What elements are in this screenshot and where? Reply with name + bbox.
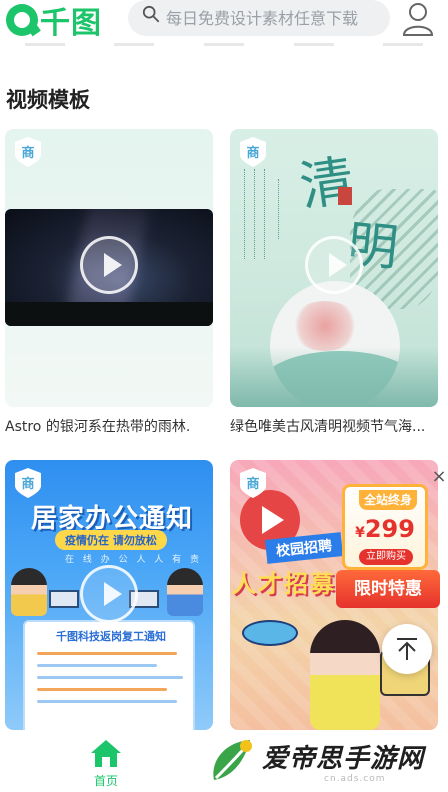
search-input[interactable] xyxy=(166,7,382,29)
play-icon[interactable] xyxy=(305,236,363,294)
play-icon[interactable] xyxy=(80,236,138,294)
watermark-text: 爱帝思手游网 xyxy=(262,744,425,774)
logo-text: 千图 xyxy=(40,6,102,41)
art-pill: 疫情仍在 请勿放松 xyxy=(55,530,167,550)
home-icon xyxy=(91,740,121,767)
art-title: 清 xyxy=(295,148,359,219)
svg-text:商: 商 xyxy=(246,476,259,492)
ufo-illustration xyxy=(242,620,298,646)
back-to-top-button[interactable] xyxy=(382,624,432,674)
nav-item-home[interactable]: 首页 xyxy=(76,738,136,790)
seal-icon xyxy=(338,187,352,205)
card-thumbnail[interactable]: 商 xyxy=(5,129,213,407)
commercial-badge: 商 xyxy=(240,468,266,498)
card-thumbnail[interactable]: 商 清 明 xyxy=(230,129,438,407)
buy-now-button[interactable]: 立即购买 xyxy=(359,549,413,565)
close-icon[interactable]: × xyxy=(430,466,448,488)
promo-price: ¥299 xyxy=(355,515,415,543)
video-template-card[interactable]: 商 xyxy=(5,129,213,407)
commercial-badge: 商 xyxy=(15,137,41,167)
promo-card: 全站终身 ¥299 立即购买 xyxy=(342,484,428,570)
svg-text:商: 商 xyxy=(246,145,259,161)
search-bar[interactable] xyxy=(128,0,390,36)
character-illustration xyxy=(310,620,380,730)
header: 千图 xyxy=(0,0,448,46)
category-strip xyxy=(0,43,448,46)
notice-heading: 千图科技返岗复工通知 xyxy=(56,630,166,643)
nav-home-label: 首页 xyxy=(93,774,118,788)
promo-headline: 全站终身 xyxy=(359,490,417,510)
svg-text:商: 商 xyxy=(21,476,34,492)
commercial-badge: 商 xyxy=(15,468,41,498)
commercial-badge: 商 xyxy=(240,137,266,167)
card-thumbnail[interactable]: 商 居家办公通知 疫情仍在 请勿放松 在 线 办 公 人 人 有 责 千图科技返… xyxy=(5,460,213,730)
notice-panel: 千图科技返岗复工通知 xyxy=(23,620,195,730)
site-watermark: 爱帝思手游网 cn.ads.com xyxy=(204,734,448,792)
search-icon xyxy=(142,5,160,23)
art-subtitle: 在 线 办 公 人 人 有 责 xyxy=(65,555,203,565)
arrow-up-icon xyxy=(397,638,417,660)
app-logo[interactable]: 千图 xyxy=(6,2,102,41)
section-title: 视频模板 xyxy=(6,88,90,112)
video-template-card[interactable]: 商 居家办公通知 疫情仍在 请勿放松 在 线 办 公 人 人 有 责 千图科技返… xyxy=(5,460,213,730)
card-title[interactable]: Astro 的银河系在热带的雨林. xyxy=(5,416,219,436)
watermark-url: cn.ads.com xyxy=(324,774,386,784)
svg-text:商: 商 xyxy=(21,145,34,161)
video-template-card[interactable]: 商 清 明 xyxy=(230,129,438,407)
promo-popup[interactable]: 全站终身 ¥299 立即购买 限时特惠 xyxy=(336,480,446,610)
watermark-logo-icon xyxy=(213,740,252,780)
card-title[interactable]: 绿色唯美古风清明视频节气海... xyxy=(230,416,444,436)
user-profile-icon[interactable] xyxy=(402,2,434,36)
play-icon[interactable] xyxy=(80,565,138,623)
limited-offer-banner[interactable]: 限时特惠 xyxy=(336,570,440,608)
logo-mark-icon xyxy=(6,4,41,37)
